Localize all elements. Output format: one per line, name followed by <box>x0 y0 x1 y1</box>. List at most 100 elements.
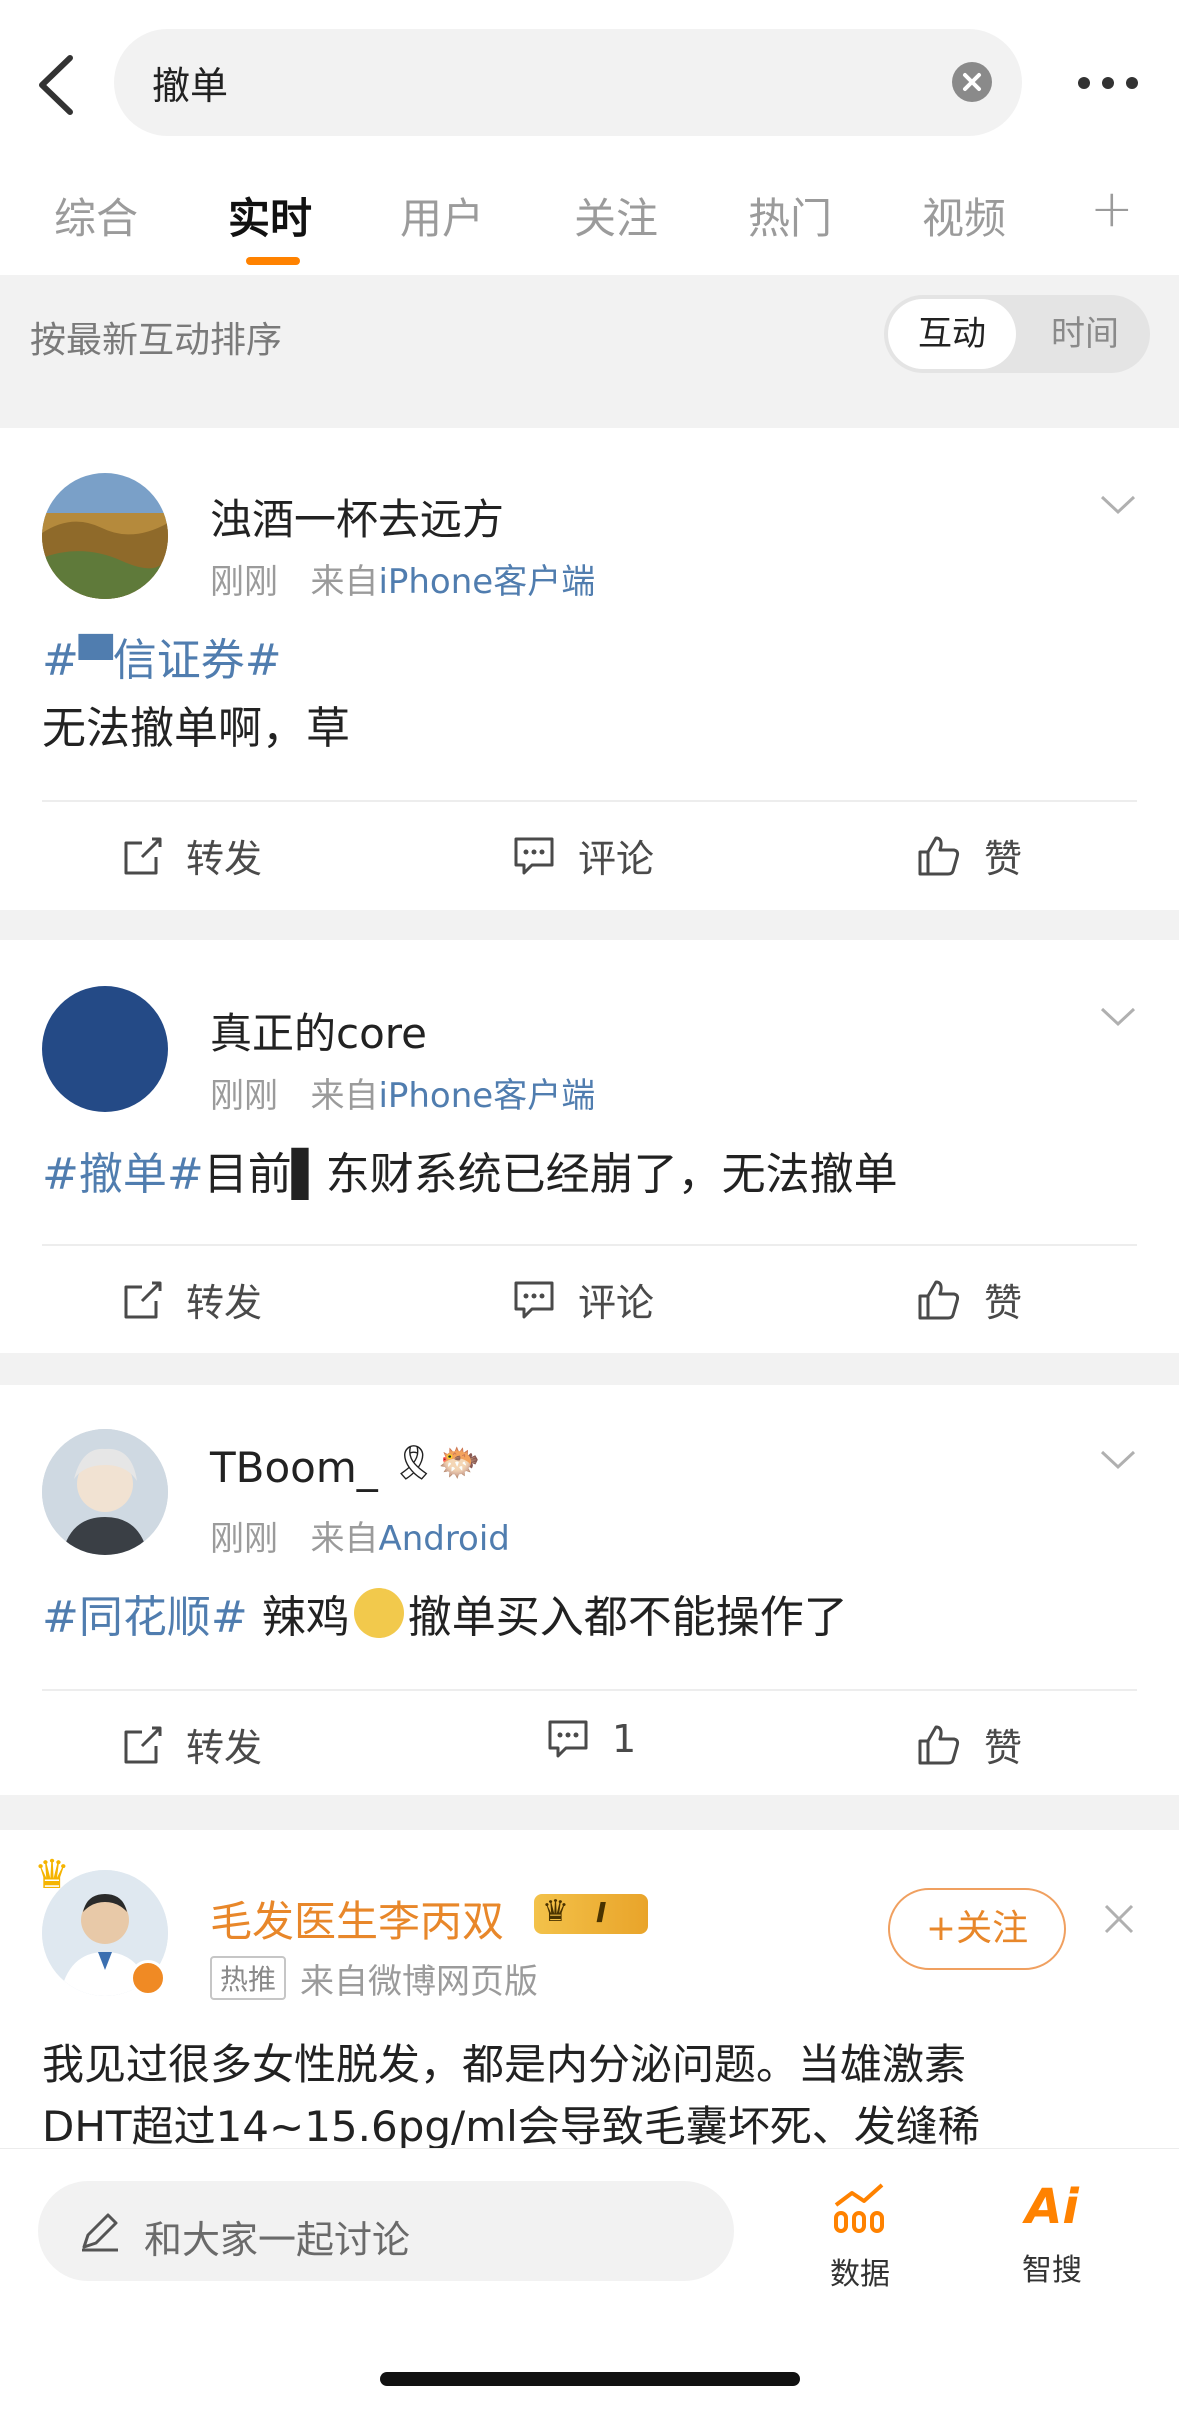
repost-button[interactable]: 转发 <box>122 1272 262 1327</box>
comment-label: 评论 <box>578 1281 655 1325</box>
thumbs-up-icon <box>918 1725 960 1764</box>
comment-icon <box>548 1720 588 1758</box>
clear-search-icon[interactable] <box>952 62 992 102</box>
username[interactable]: TBoom_ <box>210 1443 378 1492</box>
username[interactable]: 浊酒一杯去远方 <box>210 486 504 547</box>
post-tag[interactable]: #同花顺# <box>42 1592 248 1643</box>
promoted-badge: 热推 <box>210 1956 287 2000</box>
repost-label: 转发 <box>186 1726 263 1770</box>
repost-icon <box>124 1726 162 1763</box>
chart-icon <box>834 2183 884 2233</box>
post-text: 无法撤单啊，草 <box>42 703 350 754</box>
chevron-down-icon[interactable] <box>1098 1004 1138 1030</box>
repost-label: 转发 <box>186 1281 263 1325</box>
post-actions: 转发 评论 赞 <box>0 804 1179 904</box>
follow-button[interactable]: +关注 <box>888 1888 1066 1970</box>
post-tag[interactable]: #▀信证券# <box>42 626 282 696</box>
tab-following[interactable]: 关注 <box>574 185 658 246</box>
add-tab-icon[interactable]: + <box>1090 179 1134 239</box>
post-time: 刚刚 <box>210 1076 278 1116</box>
post-source[interactable]: iPhone客户端 <box>378 562 595 602</box>
tab-comprehensive[interactable]: 综合 <box>54 185 138 246</box>
post-source[interactable]: iPhone客户端 <box>378 1076 595 1116</box>
post-text-line: #撤单#目前▌东财系统已经崩了，无法撤单 <box>42 1140 898 1210</box>
search-tabs: 综合 实时 用户 关注 热门 视频 + <box>0 165 1179 275</box>
comment-button[interactable]: 1 <box>546 1717 636 1761</box>
tab-video[interactable]: 视频 <box>922 185 1006 246</box>
section-gap <box>0 1795 1179 1830</box>
post-text: 目前▌东财系统已经崩了，无法撤单 <box>203 1149 898 1200</box>
like-button[interactable]: 赞 <box>916 1272 1022 1327</box>
username[interactable]: 毛发医生李丙双 <box>210 1888 504 1949</box>
post-time: 刚刚 <box>210 1519 278 1559</box>
data-button[interactable]: 数据 <box>800 2179 920 2293</box>
source-prefix: 来自 <box>310 1519 379 1559</box>
section-gap <box>0 1353 1179 1385</box>
like-button[interactable]: 赞 <box>916 828 1022 883</box>
discussion-input[interactable]: 和大家一起讨论 <box>38 2181 734 2281</box>
active-tab-indicator <box>246 257 300 265</box>
more-icon[interactable] <box>1068 63 1148 103</box>
post-meta: 热推 来自微博网页版 <box>210 1954 538 2003</box>
sort-option-time[interactable]: 时间 <box>1024 299 1146 369</box>
user-badge-icon: 🎗 <box>392 1443 436 1483</box>
comment-label: 评论 <box>578 837 655 881</box>
post-text-line1: 我见过很多女性脱发，都是内分泌问题。当雄激素 <box>42 2040 967 2089</box>
vip-crown-icon: ♛ <box>542 1894 569 1929</box>
close-icon[interactable] <box>1102 1902 1136 1936</box>
username[interactable]: 真正的core <box>210 1000 427 1061</box>
post-text-line: #同花顺# 辣鸡 撤单买入都不能操作了 <box>42 1583 848 1653</box>
comment-button[interactable]: 评论 <box>512 828 654 883</box>
post-text-line2: DHT超过14~15.6pg/ml会导致毛囊坏死、发缝稀 <box>42 2102 980 2148</box>
back-button[interactable] <box>30 50 90 120</box>
divider <box>42 1244 1137 1246</box>
thumbs-up-icon <box>918 1280 960 1319</box>
post-source[interactable]: Android <box>378 1519 509 1559</box>
tab-hot[interactable]: 热门 <box>748 185 832 246</box>
source-prefix: 来自 <box>310 562 379 602</box>
avatar[interactable] <box>42 986 168 1112</box>
crown-icon: ♛ <box>34 1852 70 1898</box>
post-card[interactable]: 浊酒一杯去远方 刚刚 来自iPhone客户端 #▀信证券# 无法撤单啊，草 转发… <box>0 428 1179 910</box>
avatar[interactable] <box>42 473 168 599</box>
tab-realtime[interactable]: 实时 <box>228 185 312 246</box>
source-prefix: 来自 <box>300 1962 369 2002</box>
ai-search-button[interactable]: Ai 智搜 <box>992 2179 1112 2289</box>
repost-button[interactable]: 转发 <box>122 1717 262 1772</box>
comment-icon <box>514 1281 554 1318</box>
sort-bar: 按最新互动排序 互动 时间 <box>0 275 1179 393</box>
fish-badge-icon: 🐡 <box>438 1443 481 1483</box>
chevron-down-icon[interactable] <box>1098 492 1138 518</box>
post-time: 刚刚 <box>210 562 278 602</box>
comment-count: 1 <box>612 1717 637 1761</box>
ai-icon: Ai <box>1025 2179 1079 2235</box>
avatar[interactable] <box>42 1429 168 1555</box>
search-query: 撤单 <box>152 64 229 108</box>
like-label: 赞 <box>984 1281 1023 1325</box>
home-indicator <box>380 2372 800 2386</box>
divider <box>42 800 1137 802</box>
repost-icon <box>124 1281 162 1318</box>
vip-level: I <box>596 1896 607 1929</box>
search-header: 撤单 <box>0 0 1179 165</box>
sort-option-interaction[interactable]: 互动 <box>888 299 1016 369</box>
promoted-post-card[interactable]: ♛ 毛发医生李丙双 ♛ I 热推 来自微博网页版 +关注 我见过很多女性脱发，都是… <box>0 1830 1179 2148</box>
sort-toggle: 互动 时间 <box>884 295 1150 373</box>
search-input[interactable]: 撤单 <box>114 29 1022 136</box>
verified-icon <box>130 1960 166 1996</box>
repost-button[interactable]: 转发 <box>122 828 262 883</box>
post-source: 微博网页版 <box>368 1962 539 2002</box>
post-tag[interactable]: #撤单# <box>42 1149 204 1200</box>
tab-users[interactable]: 用户 <box>400 185 484 246</box>
sort-label: 按最新互动排序 <box>30 320 283 361</box>
data-label: 数据 <box>830 2257 890 2292</box>
post-card[interactable]: TBoom_ 🎗 🐡 刚刚 来自Android #同花顺# 辣鸡 撤单买入都不能操… <box>0 1385 1179 1795</box>
chevron-down-icon[interactable] <box>1098 1447 1138 1473</box>
comment-button[interactable]: 评论 <box>512 1272 654 1327</box>
section-gap <box>0 910 1179 940</box>
discussion-placeholder: 和大家一起讨论 <box>144 2218 411 2262</box>
post-card[interactable]: 真正的core 刚刚 来自iPhone客户端 #撤单#目前▌东财系统已经崩了，无… <box>0 940 1179 1353</box>
like-button[interactable]: 赞 <box>916 1717 1022 1772</box>
thumbs-up-icon <box>918 836 960 875</box>
repost-label: 转发 <box>186 837 263 881</box>
